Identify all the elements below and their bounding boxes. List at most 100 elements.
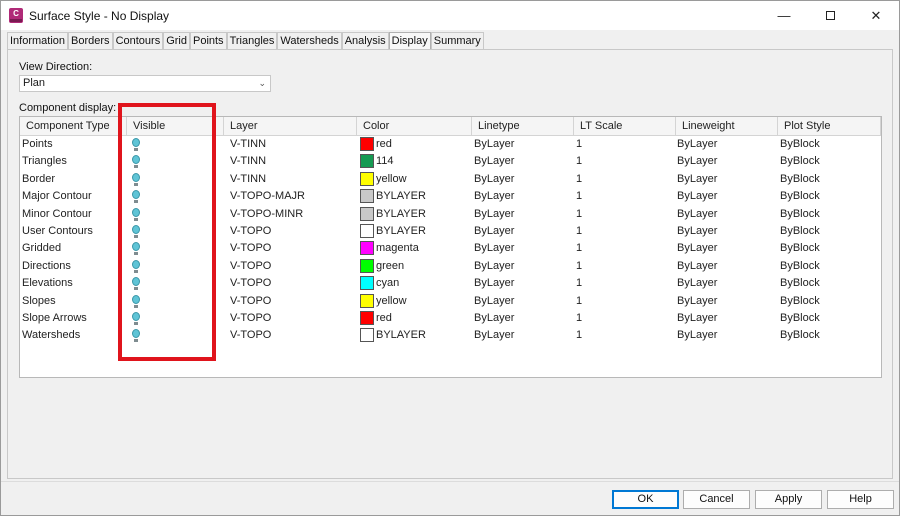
cell-color-name[interactable]: red <box>376 136 392 153</box>
cell-lineweight[interactable]: ByLayer <box>677 153 717 170</box>
tab-information[interactable]: Information <box>7 32 69 50</box>
cell-color-name[interactable]: cyan <box>376 275 399 292</box>
cell-plot-style[interactable]: ByBlock <box>780 240 820 257</box>
cell-linetype[interactable]: ByLayer <box>474 327 514 344</box>
column-header-lt-scale[interactable]: LT Scale <box>574 117 676 136</box>
cell-color-name[interactable]: yellow <box>376 171 407 188</box>
cell-lineweight[interactable]: ByLayer <box>677 327 717 344</box>
cell-color-name[interactable]: BYLAYER <box>376 206 426 223</box>
cell-layer[interactable]: V-TOPO <box>230 293 271 310</box>
tab-triangles[interactable]: Triangles <box>226 32 278 50</box>
cell-lt-scale[interactable]: 1 <box>576 223 582 240</box>
column-header-layer[interactable]: Layer <box>224 117 357 136</box>
cell-layer[interactable]: V-TOPO-MAJR <box>230 188 305 205</box>
cell-lt-scale[interactable]: 1 <box>576 153 582 170</box>
cell-plot-style[interactable]: ByBlock <box>780 293 820 310</box>
cell-plot-style[interactable]: ByBlock <box>780 310 820 327</box>
cell-lt-scale[interactable]: 1 <box>576 327 582 344</box>
cell-color-name[interactable]: green <box>376 258 404 275</box>
color-swatch[interactable] <box>360 241 374 256</box>
tab-summary[interactable]: Summary <box>430 32 484 50</box>
column-header-linetype[interactable]: Linetype <box>472 117 574 136</box>
cell-plot-style[interactable]: ByBlock <box>780 275 820 292</box>
cell-plot-style[interactable]: ByBlock <box>780 206 820 223</box>
cell-layer[interactable]: V-TOPO <box>230 258 271 275</box>
cell-lineweight[interactable]: ByLayer <box>677 206 717 223</box>
color-swatch[interactable] <box>360 258 374 273</box>
column-header-lineweight[interactable]: Lineweight <box>676 117 778 136</box>
cell-layer[interactable]: V-TOPO <box>230 327 271 344</box>
cell-lineweight[interactable]: ByLayer <box>677 275 717 292</box>
apply-button[interactable]: Apply <box>755 490 822 509</box>
cell-lt-scale[interactable]: 1 <box>576 188 582 205</box>
cell-lt-scale[interactable]: 1 <box>576 136 582 153</box>
cell-lt-scale[interactable]: 1 <box>576 171 582 188</box>
tab-grid[interactable]: Grid <box>163 32 190 50</box>
cell-layer[interactable]: V-TINN <box>230 136 266 153</box>
cell-layer[interactable]: V-TOPO <box>230 223 271 240</box>
help-button[interactable]: Help <box>827 490 894 509</box>
cell-linetype[interactable]: ByLayer <box>474 293 514 310</box>
color-swatch[interactable] <box>360 154 374 169</box>
cell-layer[interactable]: V-TINN <box>230 171 266 188</box>
cell-plot-style[interactable]: ByBlock <box>780 188 820 205</box>
cell-lineweight[interactable]: ByLayer <box>677 310 717 327</box>
cell-layer[interactable]: V-TOPO <box>230 275 271 292</box>
cell-plot-style[interactable]: ByBlock <box>780 223 820 240</box>
cell-plot-style[interactable]: ByBlock <box>780 258 820 275</box>
cell-color-name[interactable]: 114 <box>376 153 394 170</box>
cell-lineweight[interactable]: ByLayer <box>677 136 717 153</box>
tab-points[interactable]: Points <box>189 32 227 50</box>
cell-plot-style[interactable]: ByBlock <box>780 153 820 170</box>
color-swatch[interactable] <box>360 276 374 291</box>
cell-linetype[interactable]: ByLayer <box>474 240 514 257</box>
title-bar[interactable]: C Surface Style - No Display — ✕ <box>1 1 899 30</box>
color-swatch[interactable] <box>360 189 374 204</box>
cell-linetype[interactable]: ByLayer <box>474 275 514 292</box>
cancel-button[interactable]: Cancel <box>683 490 750 509</box>
tab-display[interactable]: Display <box>388 32 431 50</box>
cell-lt-scale[interactable]: 1 <box>576 293 582 310</box>
tab-watersheds[interactable]: Watersheds <box>277 32 342 50</box>
cell-linetype[interactable]: ByLayer <box>474 206 514 223</box>
cell-lineweight[interactable]: ByLayer <box>677 188 717 205</box>
maximize-button[interactable] <box>807 1 853 30</box>
color-swatch[interactable] <box>360 224 374 238</box>
color-swatch[interactable] <box>360 206 374 221</box>
cell-plot-style[interactable]: ByBlock <box>780 136 820 153</box>
cell-color-name[interactable]: BYLAYER <box>376 223 426 240</box>
column-header-color[interactable]: Color <box>357 117 472 136</box>
cell-layer[interactable]: V-TOPO <box>230 240 271 257</box>
cell-linetype[interactable]: ByLayer <box>474 188 514 205</box>
cell-color-name[interactable]: yellow <box>376 293 407 310</box>
cell-color-name[interactable]: BYLAYER <box>376 188 426 205</box>
cell-lineweight[interactable]: ByLayer <box>677 240 717 257</box>
color-swatch[interactable] <box>360 171 374 186</box>
minimize-button[interactable]: — <box>761 1 807 30</box>
cell-layer[interactable]: V-TOPO-MINR <box>230 206 303 223</box>
cell-plot-style[interactable]: ByBlock <box>780 327 820 344</box>
cell-linetype[interactable]: ByLayer <box>474 171 514 188</box>
cell-plot-style[interactable]: ByBlock <box>780 171 820 188</box>
cell-linetype[interactable]: ByLayer <box>474 223 514 240</box>
color-swatch[interactable] <box>360 311 374 325</box>
view-direction-select[interactable]: Plan ⌄ <box>19 75 271 92</box>
cell-lt-scale[interactable]: 1 <box>576 310 582 327</box>
cell-linetype[interactable]: ByLayer <box>474 258 514 275</box>
ok-button[interactable]: OK <box>612 490 679 509</box>
tab-analysis[interactable]: Analysis <box>341 32 389 50</box>
cell-lt-scale[interactable]: 1 <box>576 258 582 275</box>
cell-color-name[interactable]: BYLAYER <box>376 327 426 344</box>
cell-lineweight[interactable]: ByLayer <box>677 223 717 240</box>
cell-linetype[interactable]: ByLayer <box>474 153 514 170</box>
column-header-plot-style[interactable]: Plot Style <box>778 117 881 136</box>
cell-lt-scale[interactable]: 1 <box>576 206 582 223</box>
cell-color-name[interactable]: magenta <box>376 240 419 257</box>
color-swatch[interactable] <box>360 328 374 343</box>
cell-linetype[interactable]: ByLayer <box>474 136 514 153</box>
color-swatch[interactable] <box>360 293 374 308</box>
close-button[interactable]: ✕ <box>853 1 899 30</box>
tab-borders[interactable]: Borders <box>68 32 113 50</box>
cell-lineweight[interactable]: ByLayer <box>677 293 717 310</box>
cell-color-name[interactable]: red <box>376 310 392 327</box>
